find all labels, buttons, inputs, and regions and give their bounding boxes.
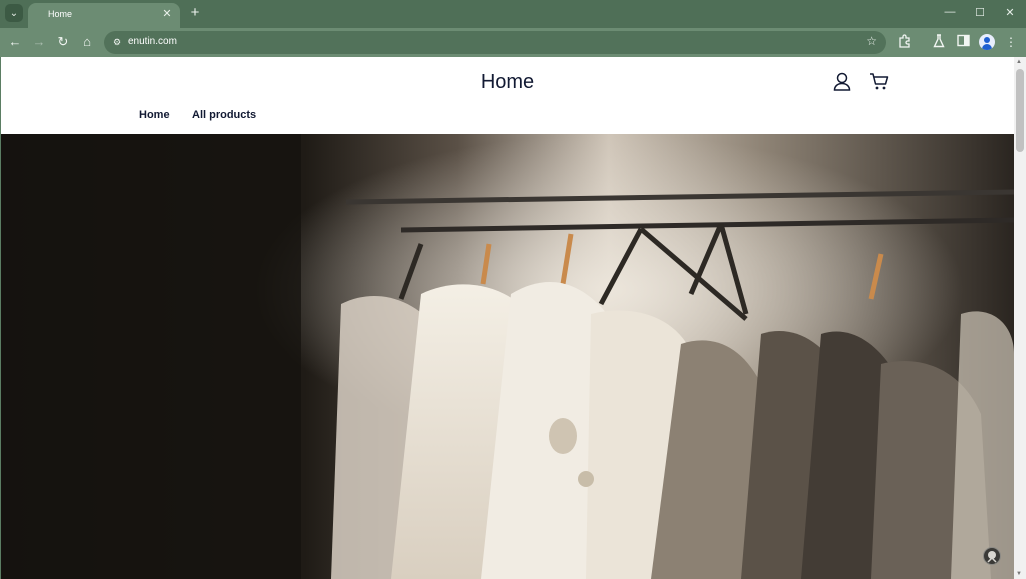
browser-menu-icon[interactable]: ⋮: [1003, 34, 1019, 50]
url-text[interactable]: enutin.com: [128, 36, 177, 47]
site-title[interactable]: Home: [1, 71, 1014, 94]
extensions-icon[interactable]: [897, 34, 913, 50]
close-window-button[interactable]: ✕: [1003, 6, 1017, 19]
tab-search-button[interactable]: ⌄: [5, 4, 23, 22]
tab-strip: ⌄ Home ✕ + — ☐ ✕: [0, 0, 1026, 28]
chat-widget-button[interactable]: [983, 547, 1001, 565]
forward-button[interactable]: →: [31, 34, 47, 50]
home-button[interactable]: ⌂: [79, 34, 95, 50]
web-page: Home Home All products: [1, 57, 1014, 579]
nav-link-all-products[interactable]: All products: [192, 109, 256, 121]
nav-link-home[interactable]: Home: [139, 109, 170, 121]
account-icon[interactable]: [833, 72, 851, 91]
site-info-icon[interactable]: ⚙: [111, 36, 123, 48]
cart-icon[interactable]: [869, 72, 889, 91]
minimize-button[interactable]: —: [943, 6, 957, 18]
scroll-thumb[interactable]: [1016, 69, 1024, 152]
scroll-up-icon[interactable]: ▲: [1016, 59, 1022, 65]
browser-toolbar: ← → ↻ ⌂ ⚙ enutin.com ☆ ⋮: [0, 28, 1026, 57]
address-bar[interactable]: ⚙ enutin.com ☆: [104, 31, 886, 54]
new-tab-button[interactable]: +: [187, 5, 203, 21]
tab-home[interactable]: Home ✕: [28, 3, 180, 28]
profile-avatar[interactable]: [979, 34, 995, 50]
browser-window: ⌄ Home ✕ + — ☐ ✕ ← → ↻ ⌂ ⚙ enutin.com ☆: [0, 0, 1026, 579]
reload-button[interactable]: ↻: [55, 34, 71, 50]
tab-close-icon[interactable]: ✕: [160, 7, 174, 21]
hero-banner-image: [1, 134, 1014, 579]
avatar-head: [984, 37, 990, 43]
avatar-body: [982, 44, 992, 50]
maximize-button[interactable]: ☐: [973, 6, 987, 19]
bookmark-star-icon[interactable]: ☆: [866, 34, 877, 48]
labs-flask-icon[interactable]: [931, 34, 947, 50]
page-scrollbar[interactable]: ▲ ▼: [1014, 57, 1026, 579]
back-button[interactable]: ←: [7, 34, 23, 50]
side-panel-icon[interactable]: [955, 34, 971, 50]
tab-title: Home: [48, 9, 73, 19]
scroll-down-icon[interactable]: ▼: [1016, 571, 1022, 577]
